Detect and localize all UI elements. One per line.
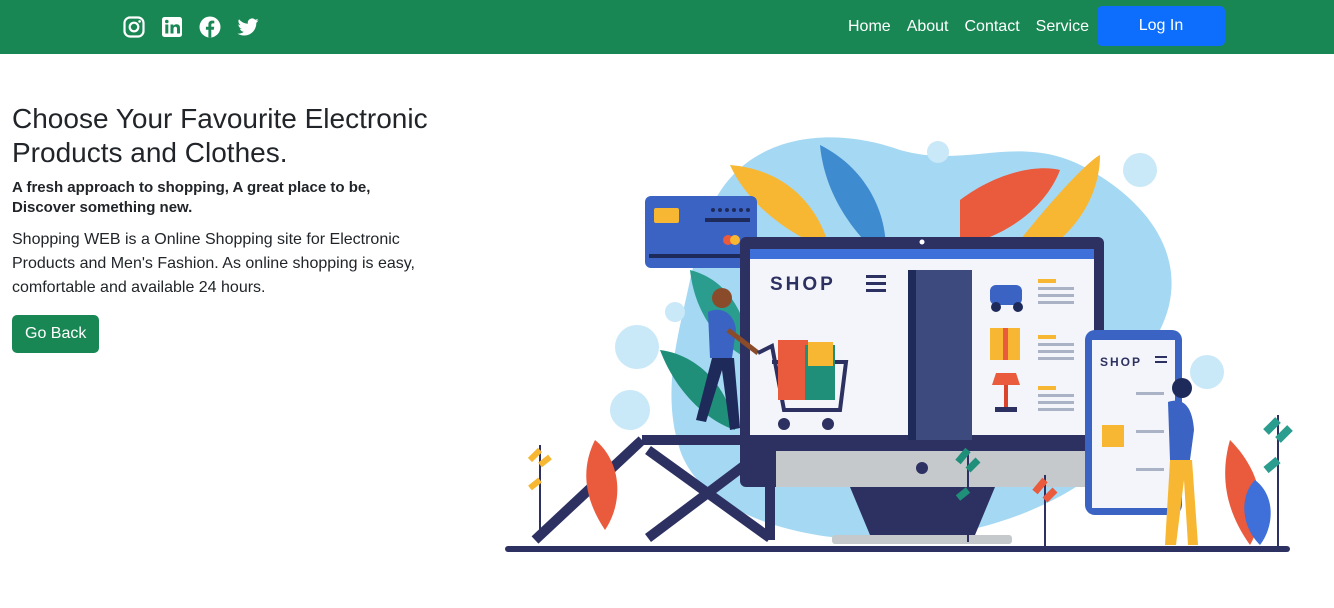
woman-figure <box>1165 378 1198 545</box>
hero-title: Choose Your Favourite Electronic Product… <box>12 103 428 168</box>
nav-links: Home About Contact Service <box>848 0 1089 54</box>
nav-link-about[interactable]: About <box>907 18 949 36</box>
social-links <box>122 15 260 39</box>
ground-line <box>505 546 1290 552</box>
phone-graphic: SHOP <box>1085 330 1182 515</box>
facebook-icon[interactable] <box>198 15 222 39</box>
linkedin-icon[interactable] <box>160 15 184 39</box>
go-back-button[interactable]: Go Back <box>12 315 100 353</box>
twitter-icon[interactable] <box>236 15 260 39</box>
monitor-shop-label: SHOP <box>770 274 836 295</box>
nav-link-home[interactable]: Home <box>848 18 891 36</box>
online-shopping-illustration: SHOP SHOP <box>505 137 1293 552</box>
hero-section: Choose Your Favourite Electronic Product… <box>12 102 452 353</box>
nav-link-contact[interactable]: Contact <box>965 18 1020 36</box>
hero-description: Shopping WEB is a Online Shopping site f… <box>12 231 415 296</box>
phone-shop-label: SHOP <box>1100 355 1142 369</box>
nav-link-service[interactable]: Service <box>1036 18 1089 36</box>
navbar: Home About Contact Service Log In <box>0 0 1334 54</box>
hero-subtitle: A fresh approach to shopping, A great pl… <box>12 179 371 216</box>
instagram-icon[interactable] <box>122 15 146 39</box>
login-button[interactable]: Log In <box>1097 6 1225 46</box>
